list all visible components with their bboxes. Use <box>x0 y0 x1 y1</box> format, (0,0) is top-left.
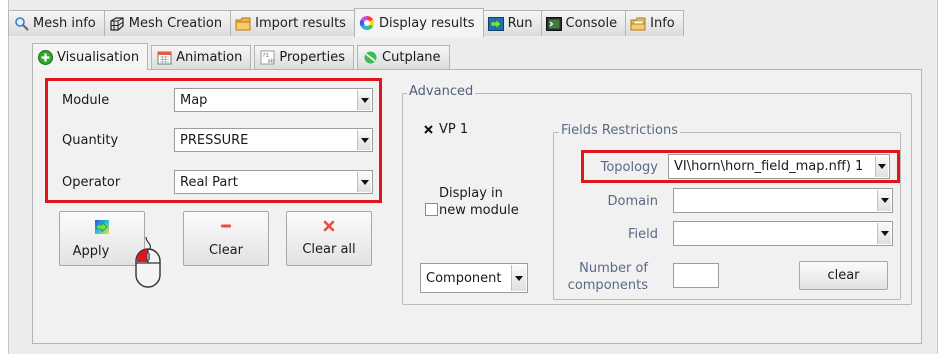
vp-label: VP 1 <box>439 122 469 137</box>
folder-icon <box>235 16 251 32</box>
vp-checkbox-row[interactable]: VP 1 <box>422 122 468 137</box>
green-plus-icon <box>37 49 53 65</box>
tab-label: Info <box>650 16 675 31</box>
topology-select[interactable]: VI\horn\horn_field_map.nff) 1 <box>668 154 890 179</box>
chevron-down-icon[interactable] <box>511 265 526 291</box>
tab-visualisation[interactable]: Visualisation <box>32 43 149 70</box>
tab-label: Display results <box>378 15 475 31</box>
domain-label: Domain <box>607 194 658 209</box>
properties-icon: ?1 ab <box>259 50 275 66</box>
chevron-down-icon[interactable] <box>357 90 371 110</box>
tab-label: Import results <box>255 16 346 31</box>
chevron-down-icon[interactable] <box>875 156 888 177</box>
svg-text:ab: ab <box>267 59 274 65</box>
tab-mesh-info[interactable]: Mesh info <box>8 10 105 36</box>
tab-run[interactable]: Run <box>482 10 542 36</box>
main-tab-bar: Mesh info Mesh Creation Import results D… <box>8 8 684 37</box>
apply-label: Apply <box>72 243 110 259</box>
cross-icon <box>323 220 335 236</box>
display-new-module-label: Display in new module <box>439 185 519 219</box>
display-new-module-line1: Display in <box>439 186 503 201</box>
clear-all-label: Clear all <box>302 242 356 257</box>
subtab-label: Animation <box>176 50 243 65</box>
module-label: Module <box>62 93 110 108</box>
component-value: Component <box>426 270 502 286</box>
info-folder-icon <box>630 16 646 32</box>
mesh-icon <box>109 16 125 32</box>
operator-label: Operator <box>62 175 121 190</box>
sub-tab-bar: Visualisation Animation ?1 ab Properties … <box>32 43 453 70</box>
quantity-label: Quantity <box>62 133 119 148</box>
restrictions-clear-button[interactable]: clear <box>799 261 888 290</box>
run-arrow-icon <box>487 16 504 32</box>
subtab-label: Visualisation <box>57 49 140 65</box>
quantity-value: PRESSURE <box>180 132 249 148</box>
minus-icon <box>219 220 233 235</box>
field-select[interactable] <box>673 221 893 246</box>
chevron-down-icon[interactable] <box>877 223 891 244</box>
visualisation-panel: Module Map Quantity PRESSURE Operator Re… <box>32 69 922 344</box>
console-icon <box>545 16 562 32</box>
magnifier-icon <box>13 16 29 32</box>
restrictions-clear-label: clear <box>827 268 860 283</box>
display-new-module-checkbox[interactable] <box>425 203 438 216</box>
num-components-label: Number of components <box>558 260 648 294</box>
operator-select[interactable]: Real Part <box>174 170 373 194</box>
tab-display-results[interactable]: Display results <box>353 8 484 37</box>
topology-label: Topology <box>600 160 658 175</box>
component-select[interactable]: Component <box>420 263 528 293</box>
color-wheel-icon <box>359 15 375 31</box>
calendar-icon <box>156 50 172 66</box>
tab-import-results[interactable]: Import results <box>230 10 355 36</box>
module-select[interactable]: Map <box>174 88 373 112</box>
domain-select[interactable] <box>673 188 893 213</box>
tab-properties[interactable]: ?1 ab Properties <box>254 45 355 69</box>
apply-icon <box>94 219 110 239</box>
tab-label: Console <box>565 16 618 31</box>
tab-cutplane[interactable]: Cutplane <box>357 45 450 69</box>
num-components-line1: Number of <box>579 261 648 276</box>
tab-mesh-creation[interactable]: Mesh Creation <box>103 10 232 36</box>
num-components-input[interactable] <box>673 263 719 288</box>
cutplane-icon <box>362 50 378 66</box>
chevron-down-icon[interactable] <box>877 190 891 211</box>
topology-value: VI\horn\horn_field_map.nff) 1 <box>674 159 864 174</box>
fields-restrictions-title: Fields Restrictions <box>559 123 681 138</box>
chevron-down-icon[interactable] <box>357 172 371 192</box>
clear-button[interactable]: Clear <box>183 211 269 266</box>
tab-label: Mesh info <box>33 16 96 31</box>
tab-animation[interactable]: Animation <box>151 45 252 69</box>
clear-all-button[interactable]: Clear all <box>286 211 372 266</box>
tab-info[interactable]: Info <box>625 10 684 36</box>
field-label: Field <box>627 227 658 242</box>
operator-value: Real Part <box>180 174 238 190</box>
tab-console[interactable]: Console <box>540 10 627 36</box>
subtab-label: Properties <box>279 50 346 65</box>
mouse-click-icon <box>132 235 164 291</box>
tab-label: Mesh Creation <box>128 16 223 31</box>
num-components-line2: components <box>567 278 648 293</box>
quantity-select[interactable]: PRESSURE <box>174 128 373 152</box>
clear-label: Clear <box>209 242 243 258</box>
chevron-down-icon[interactable] <box>357 130 371 150</box>
advanced-title: Advanced <box>407 84 476 99</box>
checkmark-icon[interactable] <box>422 123 435 136</box>
display-new-module-line2: new module <box>439 203 519 218</box>
module-value: Map <box>180 92 208 108</box>
subtab-label: Cutplane <box>382 50 441 65</box>
tab-label: Run <box>507 16 533 31</box>
